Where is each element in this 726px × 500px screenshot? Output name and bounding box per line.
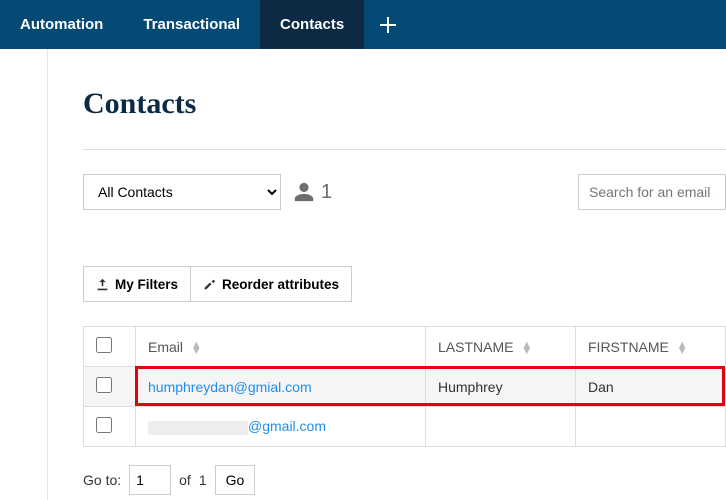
redacted-text <box>148 421 248 435</box>
toolbar: My Filters Reorder attributes <box>83 266 726 302</box>
table-row: @gmail.com <box>84 407 726 447</box>
header-lastname-label: LASTNAME <box>438 339 513 355</box>
nav-automation[interactable]: Automation <box>0 0 123 49</box>
email-domain: @gmail.com <box>248 418 326 434</box>
email-link[interactable]: humphreydan@gmial.com <box>148 379 312 395</box>
header-email-label: Email <box>148 339 183 355</box>
header-checkbox-cell <box>84 327 136 367</box>
controls-row: All Contacts 1 <box>83 174 726 210</box>
cell-firstname <box>576 407 726 447</box>
header-firstname[interactable]: FIRSTNAME ▲▼ <box>576 327 726 367</box>
nav-add-button[interactable] <box>364 0 412 49</box>
header-lastname[interactable]: LASTNAME ▲▼ <box>426 327 576 367</box>
table-row: humphreydan@gmial.com Humphrey Dan <box>84 367 726 407</box>
cell-firstname: Dan <box>576 367 726 407</box>
divider <box>83 149 726 150</box>
goto-label: Go to: <box>83 472 121 488</box>
contact-list-select[interactable]: All Contacts <box>83 174 281 210</box>
sort-icon: ▲▼ <box>191 342 202 354</box>
upload-icon <box>96 278 109 291</box>
cell-lastname: Humphrey <box>426 367 576 407</box>
page-title: Contacts <box>83 87 726 121</box>
row-checkbox[interactable] <box>96 417 112 433</box>
total-pages: 1 <box>199 472 207 488</box>
row-checkbox[interactable] <box>96 377 112 393</box>
pager: Go to: of 1 Go <box>83 465 726 495</box>
sort-icon: ▲▼ <box>677 342 688 354</box>
reorder-label: Reorder attributes <box>222 277 339 292</box>
email-link[interactable]: @gmail.com <box>148 418 326 434</box>
contact-count: 1 <box>293 181 332 204</box>
search-input[interactable] <box>578 174 726 210</box>
nav-contacts[interactable]: Contacts <box>260 0 364 49</box>
contacts-table: Email ▲▼ LASTNAME ▲▼ FIRSTNAME ▲▼ humphr… <box>83 326 726 447</box>
sort-icon: ▲▼ <box>521 342 532 354</box>
header-email[interactable]: Email ▲▼ <box>136 327 426 367</box>
select-all-checkbox[interactable] <box>96 337 112 353</box>
top-nav: Automation Transactional Contacts <box>0 0 726 49</box>
page-input[interactable] <box>129 465 171 495</box>
page-body: Contacts All Contacts 1 My Filters Reord… <box>0 49 726 495</box>
reorder-attributes-button[interactable]: Reorder attributes <box>191 266 352 302</box>
contact-count-number: 1 <box>321 181 332 204</box>
cell-lastname <box>426 407 576 447</box>
wrench-icon <box>203 278 216 291</box>
go-button[interactable]: Go <box>215 465 256 495</box>
plus-icon <box>380 17 396 33</box>
person-icon <box>293 181 315 203</box>
nav-transactional[interactable]: Transactional <box>123 0 260 49</box>
header-firstname-label: FIRSTNAME <box>588 339 669 355</box>
of-label: of <box>179 472 191 488</box>
my-filters-button[interactable]: My Filters <box>83 266 191 302</box>
my-filters-label: My Filters <box>115 277 178 292</box>
